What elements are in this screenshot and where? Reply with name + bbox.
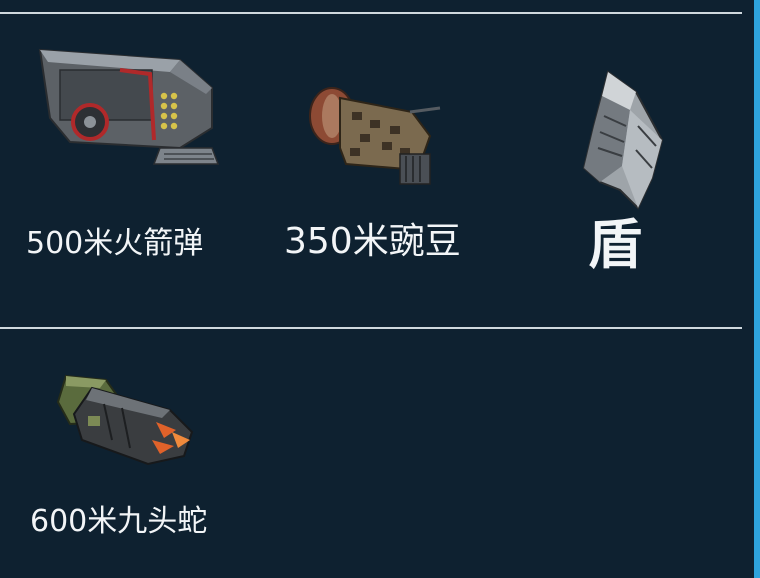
- rocket-launcher-icon: [38, 48, 220, 165]
- weapon-item-pea[interactable]: [300, 78, 445, 198]
- weapon-item-rocket[interactable]: [30, 30, 225, 180]
- weapon-label-shield: 盾: [588, 213, 642, 276]
- top-divider: [0, 12, 742, 14]
- pea-cannon-icon: [309, 87, 441, 185]
- weapon-label-rocket: 500米火箭弹: [26, 226, 204, 261]
- right-edge-accent: [754, 0, 760, 578]
- shield-icon: [582, 70, 664, 210]
- hydra-launcher-icon: [56, 374, 194, 466]
- weapon-item-shield[interactable]: [578, 70, 673, 210]
- row-divider: [0, 327, 742, 329]
- weapon-label-hydra: 600米九头蛇: [30, 504, 208, 539]
- weapon-item-hydra[interactable]: [52, 370, 197, 470]
- weapon-label-pea: 350米豌豆: [284, 221, 461, 262]
